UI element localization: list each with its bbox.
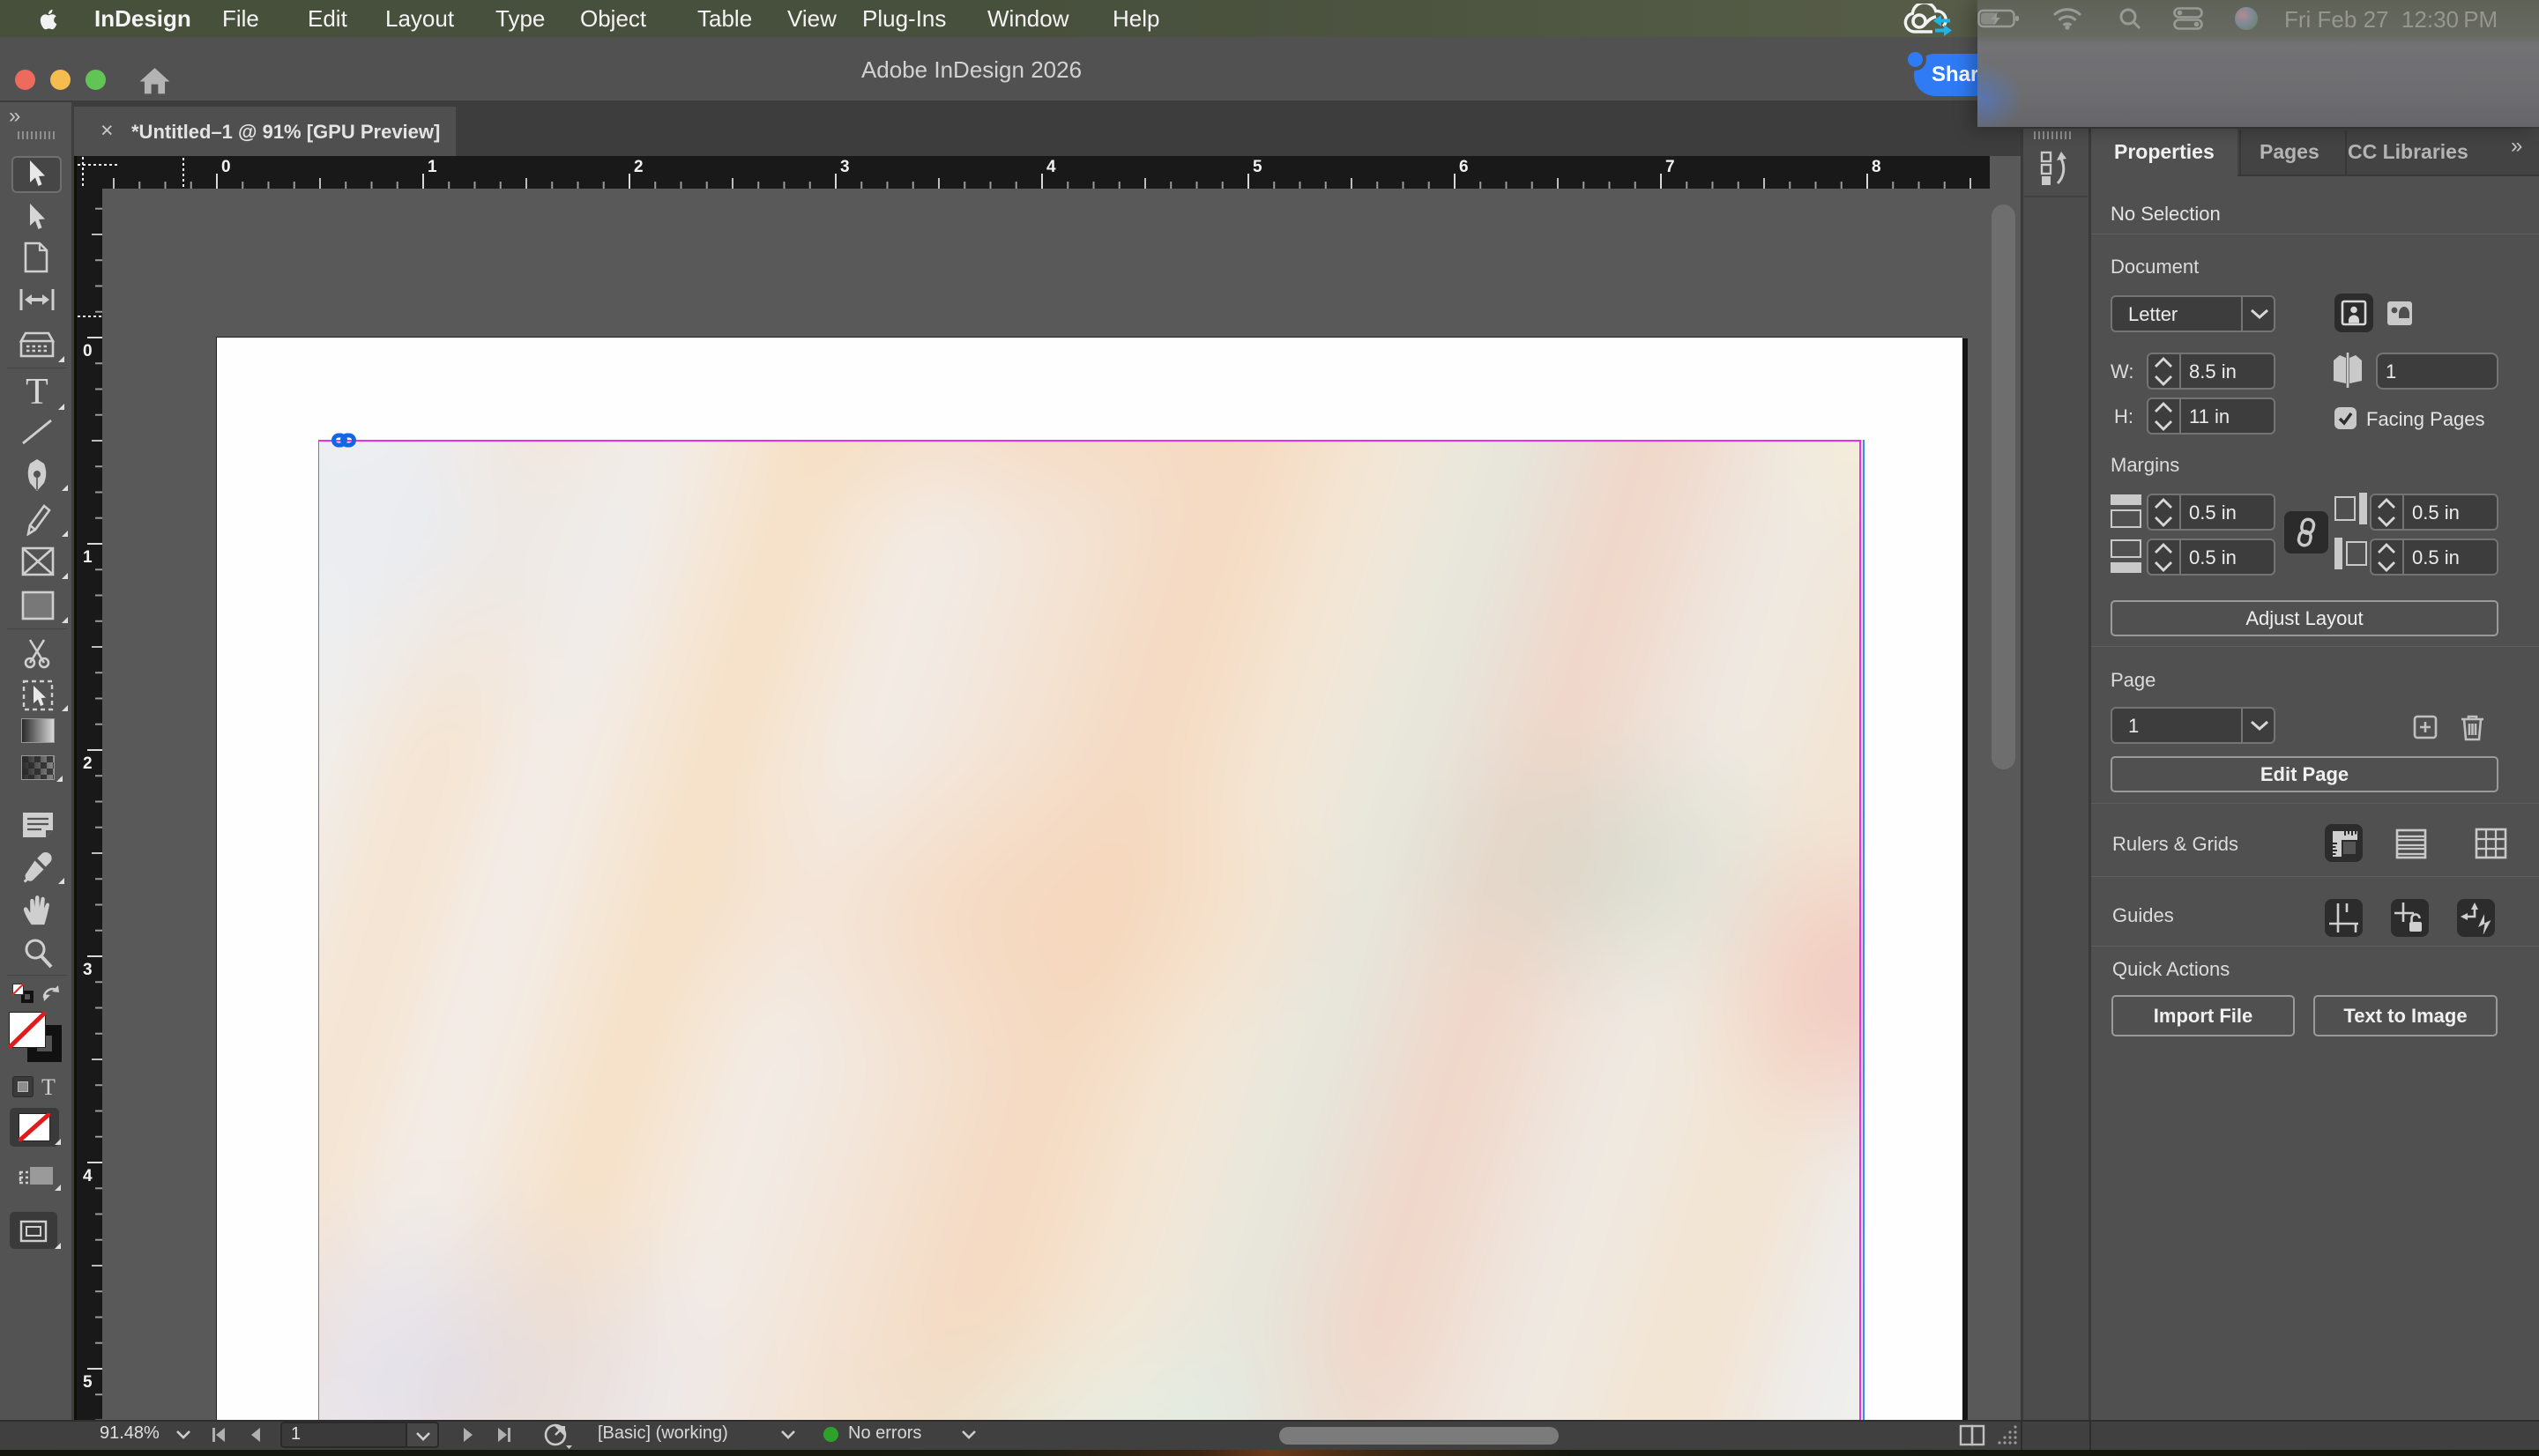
svg-text:T: T: [26, 375, 48, 409]
